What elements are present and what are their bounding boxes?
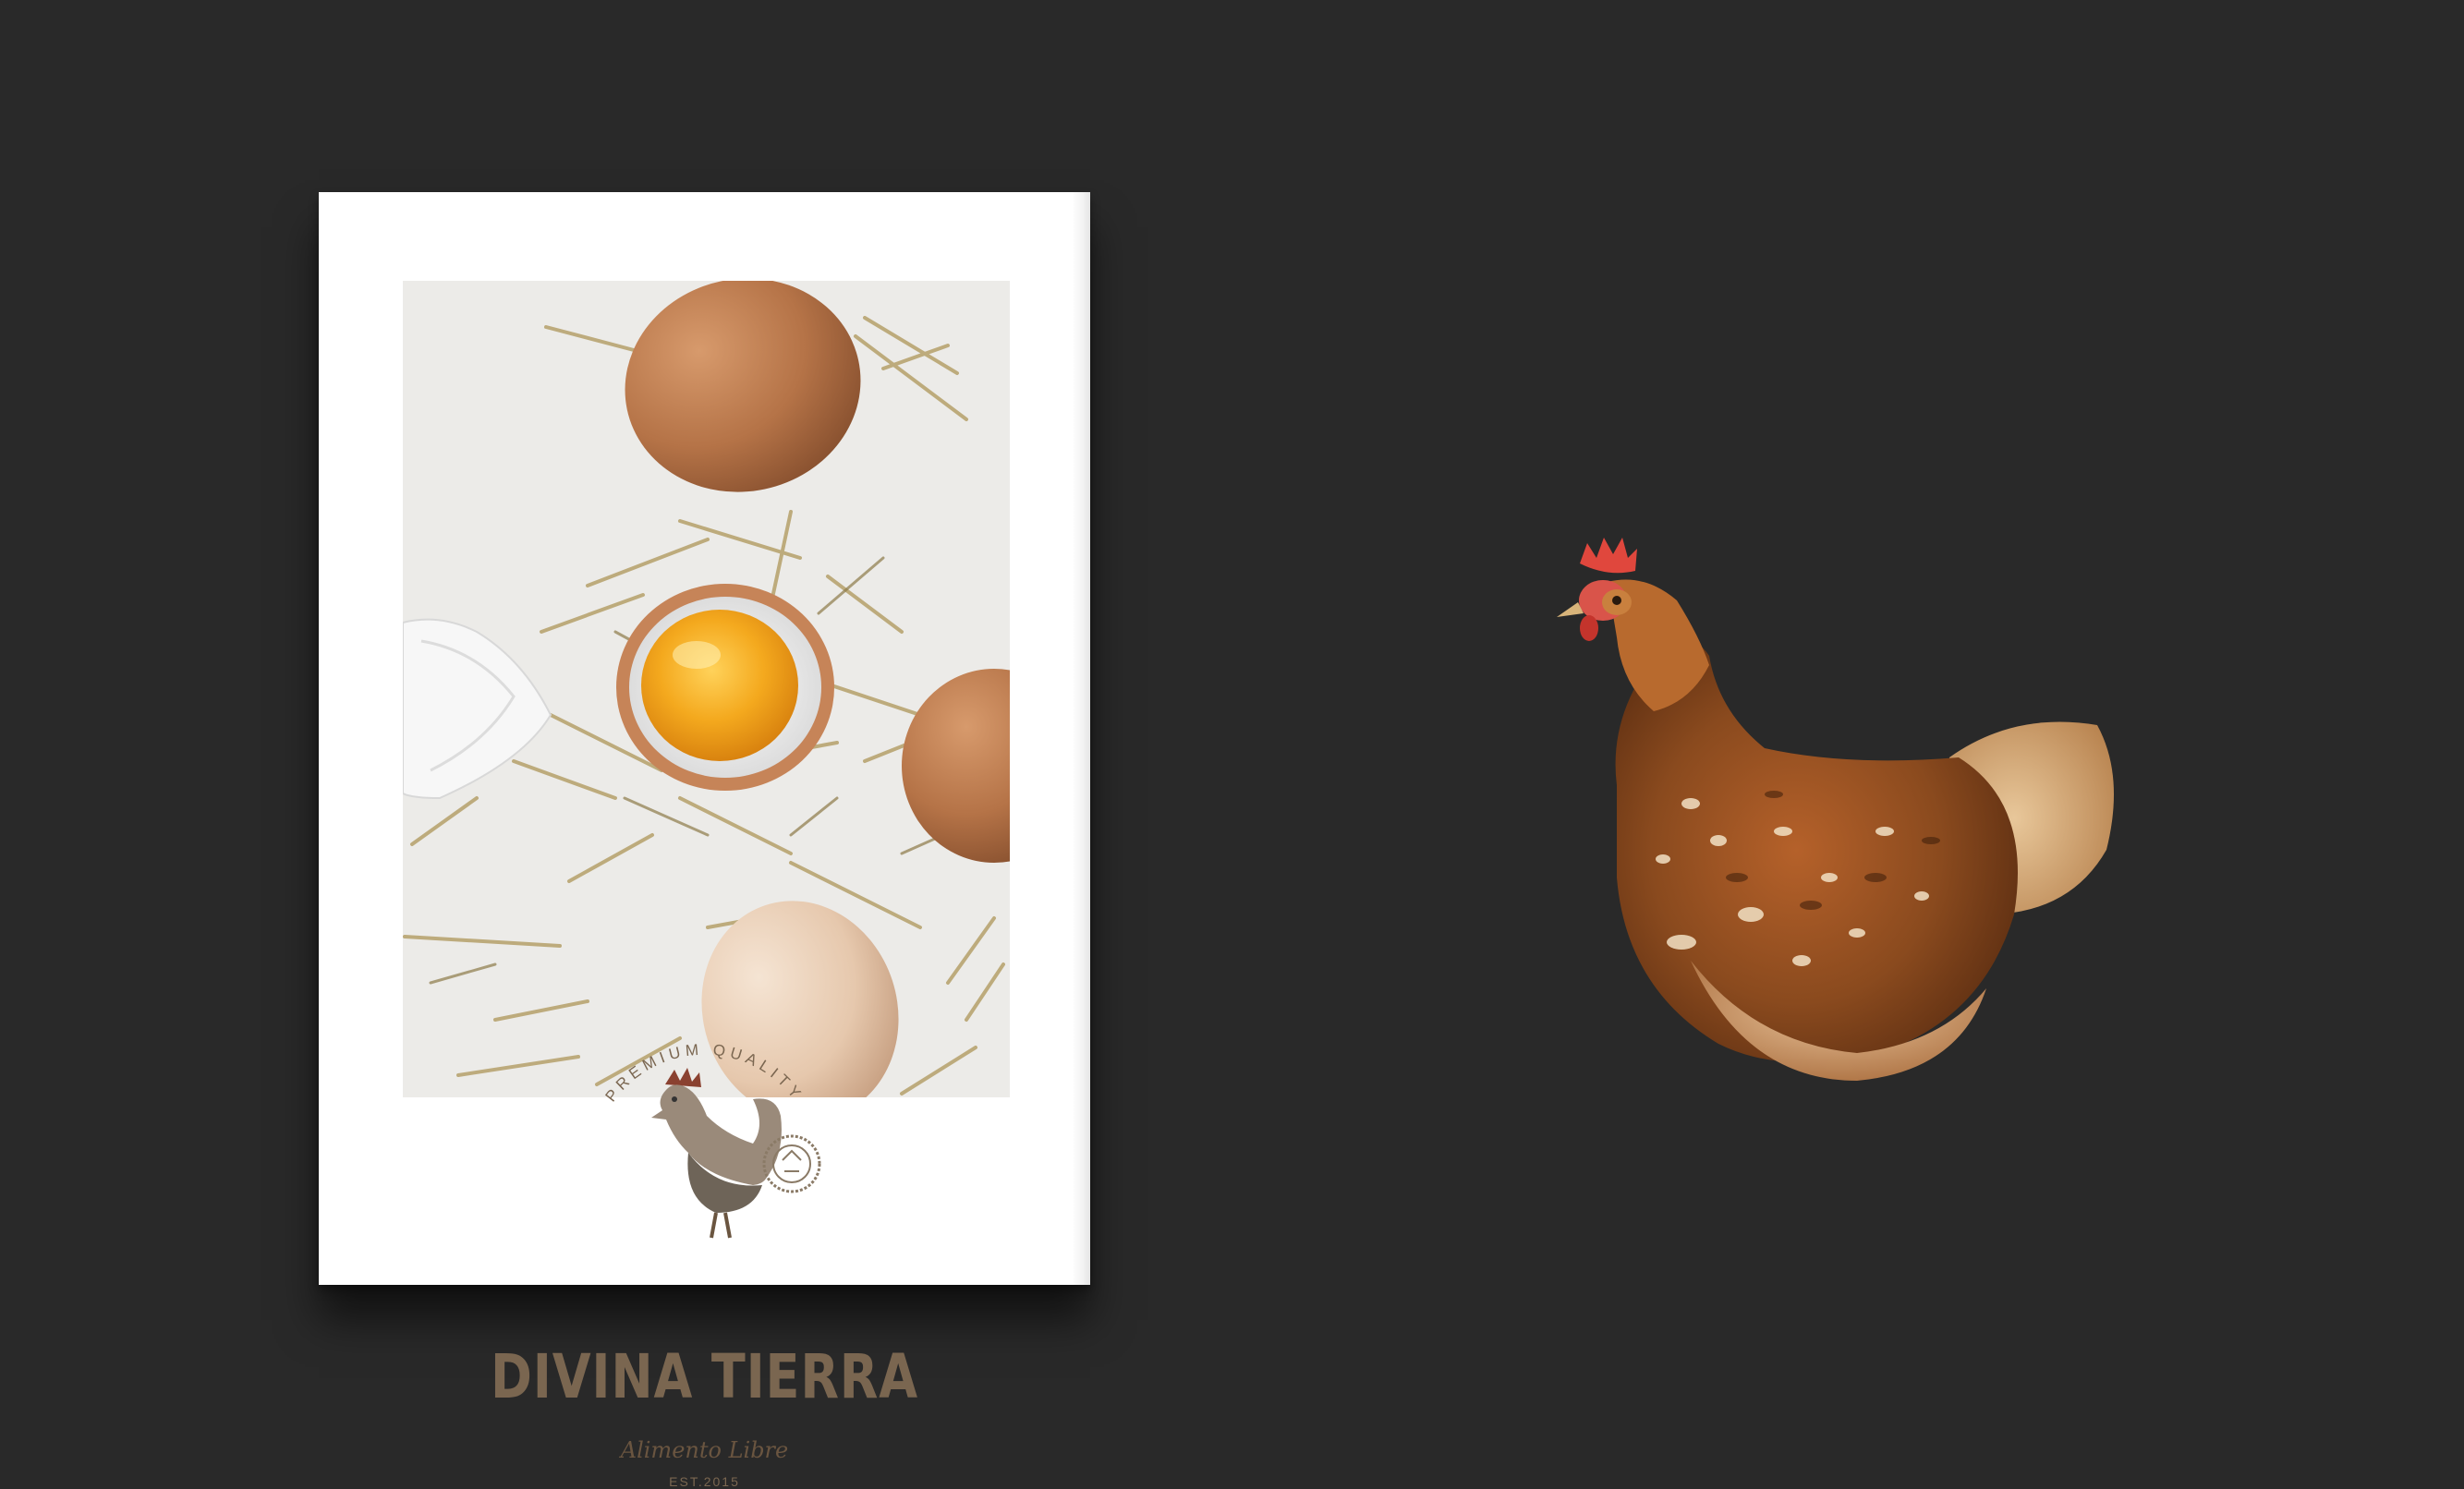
booklet-cover: PREMIUM QUALITY DIVINA TIERRA Alimento L… xyxy=(319,192,1090,1489)
eggs-illustration xyxy=(403,281,1010,1097)
stamp-seal-icon xyxy=(762,1134,821,1193)
rooster-drawing xyxy=(651,1068,782,1239)
brand-name: DIVINA TIERRA xyxy=(490,1341,919,1412)
brand-established: EST.2015 xyxy=(669,1474,740,1489)
hen-illustration xyxy=(1557,538,2114,1081)
eggs-photo xyxy=(403,281,1010,1097)
rooster-icon: PREMIUM QUALITY xyxy=(601,1040,821,1239)
brand-tagline: Alimento Libre xyxy=(620,1437,789,1463)
mockup-scene: PREMIUM QUALITY DIVINA TIERRA Alimento L… xyxy=(0,0,2464,1489)
hen-photo xyxy=(1552,527,2143,1099)
brand-logo: PREMIUM QUALITY DIVINA TIERRA Alimento L… xyxy=(319,996,1090,1489)
badge-arc-text: PREMIUM QUALITY xyxy=(601,1040,802,1105)
svg-text:PREMIUM QUALITY: PREMIUM QUALITY xyxy=(601,1040,807,1105)
